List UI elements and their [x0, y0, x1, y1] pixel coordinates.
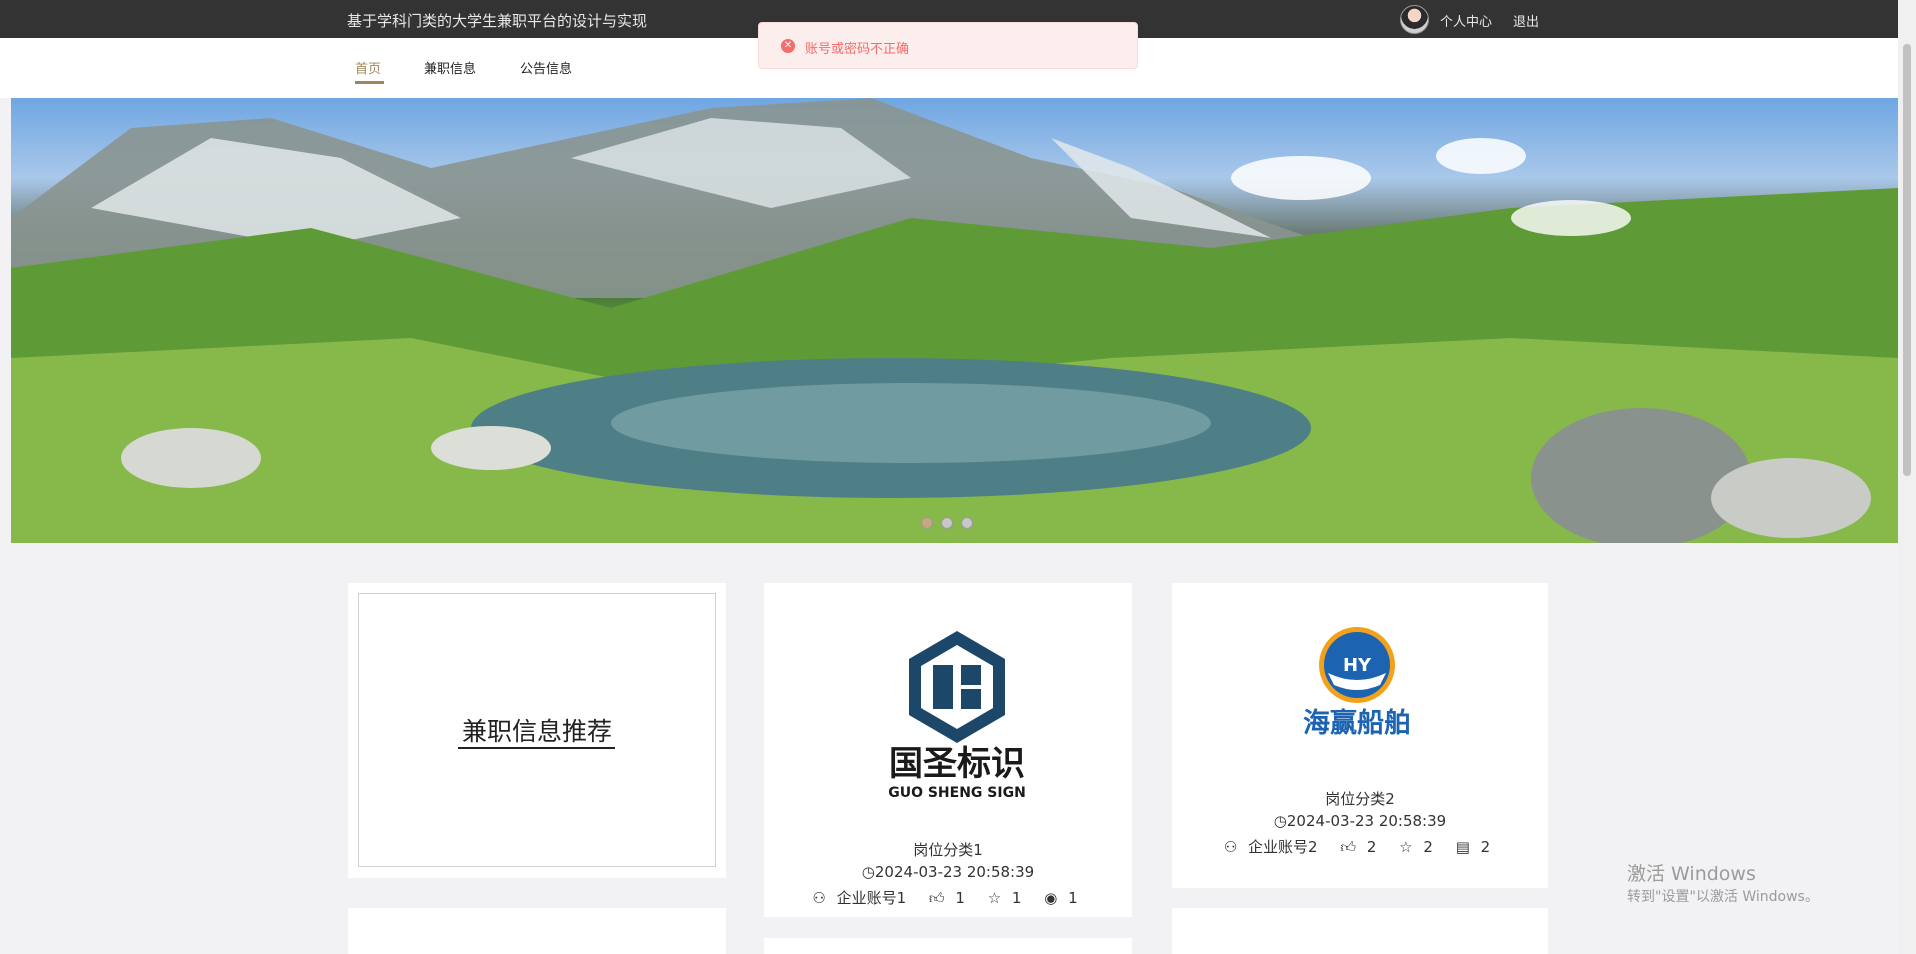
- job-category: 岗位分类1: [913, 841, 983, 859]
- card-placeholder-3: [1172, 908, 1548, 954]
- thumb-up-icon[interactable]: 👍︎ 1: [929, 889, 971, 907]
- page-scrollbar[interactable]: [1898, 0, 1916, 954]
- recommend-title: 兼职信息推荐: [461, 717, 612, 746]
- comment-icon: ▤ 2: [1455, 838, 1491, 856]
- close-circle-icon: ✕: [781, 39, 795, 53]
- clock-icon: ◷: [861, 863, 875, 881]
- avatar[interactable]: [1400, 5, 1429, 34]
- logo-gs-text: 国圣标识: [889, 744, 1025, 784]
- thumb-up-icon[interactable]: 👍︎ 2: [1340, 838, 1382, 856]
- company-logo-hy: HY 海赢船舶: [1303, 627, 1411, 739]
- user-icon: ⚇ 企业账号2: [1223, 838, 1318, 856]
- nav-notices[interactable]: 公告信息: [520, 58, 572, 77]
- logo-gs-sub: GUO SHENG SIGN: [888, 785, 1026, 801]
- job-time: ◷2024-03-23 20:58:39: [861, 863, 1035, 881]
- profile-link[interactable]: 个人中心: [1440, 11, 1492, 30]
- nav-home[interactable]: 首页: [355, 58, 381, 77]
- recommend-underline: [458, 747, 615, 749]
- star-icon[interactable]: ☆ 2: [1399, 838, 1439, 856]
- card-placeholder-1: [348, 908, 726, 954]
- site-title: 基于学科门类的大学生兼职平台的设计与实现: [347, 12, 648, 30]
- job-card-1[interactable]: 国圣标识 GUO SHENG SIGN 岗位分类1 ◷2024-03-23 20…: [764, 583, 1132, 917]
- job-card-2[interactable]: HY 海赢船舶 岗位分类2 ◷2024-03-23 20:58:39 ⚇ 企业账…: [1172, 583, 1548, 888]
- carousel-dot-1[interactable]: [921, 517, 933, 529]
- job-category: 岗位分类2: [1325, 790, 1395, 808]
- carousel-dot-2[interactable]: [941, 517, 953, 529]
- job-meta: ⚇ 企业账号1 👍︎ 1 ☆ 1 ◉ 1: [764, 887, 1132, 908]
- windows-activation-title: 激活 Windows: [1627, 863, 1756, 885]
- toast-message: 账号或密码不正确: [805, 42, 910, 57]
- nav-active-indicator: [355, 81, 384, 84]
- windows-activation-subtitle: 转到"设置"以激活 Windows。: [1627, 889, 1819, 905]
- error-toast: ✕ 账号或密码不正确: [758, 22, 1138, 69]
- job-time: ◷2024-03-23 20:58:39: [1273, 812, 1447, 830]
- landscape-image: [11, 98, 1898, 543]
- clock-icon: ◷: [1273, 812, 1287, 830]
- logo-hy-sub: HY: [1343, 655, 1372, 676]
- star-icon[interactable]: ☆ 1: [988, 889, 1028, 907]
- recommend-box: 兼职信息推荐: [358, 593, 716, 867]
- company-logo-gs: 国圣标识 GUO SHENG SIGN: [888, 631, 1026, 801]
- logout-link[interactable]: 退出: [1513, 11, 1539, 30]
- carousel-dot-3[interactable]: [961, 517, 973, 529]
- carousel-banner[interactable]: [11, 98, 1898, 543]
- eye-icon: ◉ 1: [1044, 889, 1078, 907]
- user-icon: ⚇ 企业账号1: [812, 889, 907, 907]
- logo-hy-text: 海赢船舶: [1303, 707, 1411, 739]
- job-meta: ⚇ 企业账号2 👍︎ 2 ☆ 2 ▤ 2: [1172, 836, 1548, 857]
- card-placeholder-2: [764, 938, 1132, 954]
- nav-jobs[interactable]: 兼职信息: [424, 58, 476, 77]
- scrollbar-thumb[interactable]: [1903, 44, 1911, 476]
